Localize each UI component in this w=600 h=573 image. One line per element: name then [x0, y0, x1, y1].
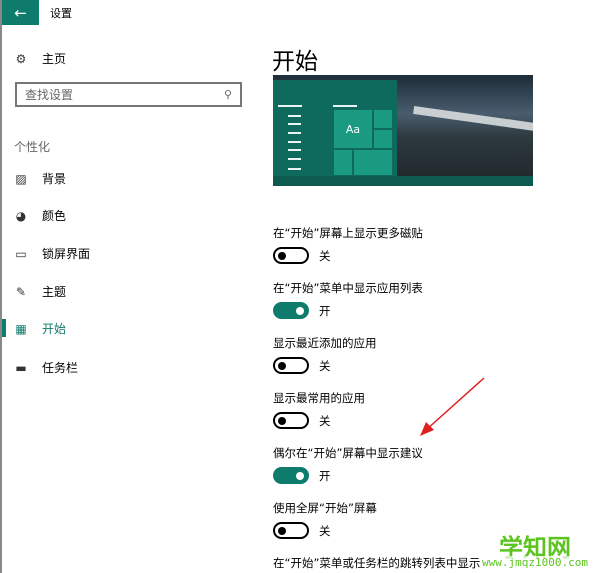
- back-button[interactable]: ←: [2, 0, 39, 25]
- search-icon: ⚲: [223, 88, 232, 101]
- start-icon: ▦: [15, 321, 27, 336]
- setting-label: 使用全屏“开始”屏幕: [273, 501, 377, 515]
- page-title: 开始: [272, 49, 318, 75]
- toggle-switch[interactable]: [273, 467, 309, 484]
- setting-label: 在“开始”菜单或任务栏的跳转列表中显示: [273, 556, 481, 570]
- sidebar-item-background[interactable]: ▨ 背景: [14, 170, 66, 187]
- toggle-state: 开: [319, 303, 331, 318]
- section-heading: 个性化: [14, 140, 51, 154]
- selected-indicator: [2, 319, 6, 337]
- setting-label: 显示最常用的应用: [273, 391, 365, 405]
- setting-label: 显示最近添加的应用: [273, 336, 377, 350]
- toggle-app-list[interactable]: 开: [273, 302, 331, 319]
- toggle-most-used[interactable]: 关: [273, 412, 331, 429]
- red-arrow-annotation: [420, 377, 485, 436]
- home-label: 主页: [42, 52, 67, 66]
- toggle-switch[interactable]: [273, 302, 309, 319]
- toggle-fullscreen[interactable]: 关: [273, 522, 331, 539]
- toggle-suggestions[interactable]: 开: [273, 467, 331, 484]
- toggle-state: 关: [319, 248, 331, 263]
- lock-screen-icon: ▭: [15, 246, 27, 261]
- sidebar-item-theme[interactable]: ✎ 主题: [14, 283, 66, 300]
- sidebar-item-home[interactable]: ⚙ 主页: [14, 50, 66, 67]
- toggle-switch[interactable]: [273, 412, 309, 429]
- item-label: 背景: [42, 172, 67, 186]
- toggle-state: 关: [319, 523, 331, 538]
- toggle-more-tiles[interactable]: 关: [273, 247, 331, 264]
- watermark-url: www.jmqz1000.com: [482, 556, 588, 569]
- toggle-switch[interactable]: [273, 357, 309, 374]
- picture-icon: ▨: [15, 171, 27, 186]
- toggle-recently-added[interactable]: 关: [273, 357, 331, 374]
- item-label: 锁屏界面: [42, 247, 91, 261]
- item-label: 开始: [42, 322, 67, 336]
- sidebar-item-lock-screen[interactable]: ▭ 锁屏界面: [14, 245, 90, 262]
- sidebar-item-start[interactable]: ▦ 开始: [14, 320, 66, 337]
- search-placeholder: 查找设置: [25, 88, 74, 102]
- arrow-left-icon: ←: [14, 3, 27, 22]
- toggle-switch[interactable]: [273, 522, 309, 539]
- search-input[interactable]: 查找设置 ⚲: [15, 82, 242, 107]
- setting-label: 在“开始”菜单中显示应用列表: [273, 281, 423, 295]
- window-title: 设置: [50, 7, 72, 20]
- setting-label: 偶尔在“开始”屏幕中显示建议: [273, 446, 423, 460]
- toggle-switch[interactable]: [273, 247, 309, 264]
- toggle-state: 关: [319, 358, 331, 373]
- sidebar-item-color[interactable]: ◕ 颜色: [14, 207, 66, 224]
- start-preview-image: Aa: [273, 75, 533, 186]
- item-label: 颜色: [42, 209, 67, 223]
- sidebar-item-taskbar[interactable]: ▬ 任务栏: [14, 359, 78, 376]
- setting-label: 在“开始”屏幕上显示更多磁贴: [273, 226, 423, 240]
- item-label: 任务栏: [42, 361, 79, 375]
- item-label: 主题: [42, 285, 67, 299]
- theme-brush-icon: ✎: [15, 284, 27, 299]
- preview-tile: Aa: [333, 109, 373, 149]
- toggle-state: 关: [319, 413, 331, 428]
- toggle-state: 开: [319, 468, 331, 483]
- palette-icon: ◕: [15, 208, 27, 223]
- taskbar-icon: ▬: [15, 360, 27, 375]
- gear-icon: ⚙: [15, 51, 27, 66]
